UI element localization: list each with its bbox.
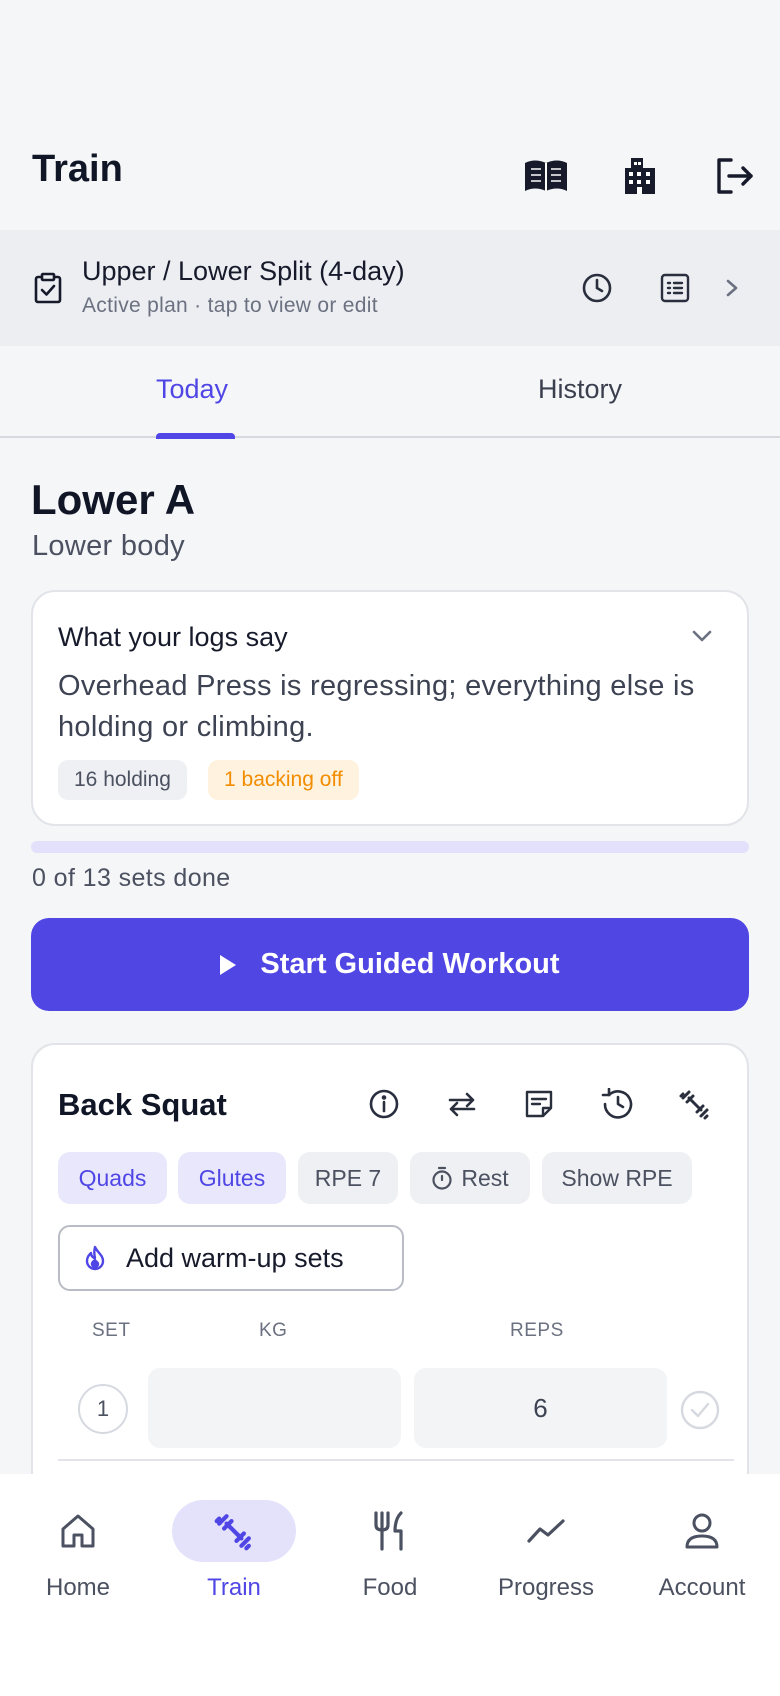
chevron-down-icon[interactable]	[690, 628, 714, 649]
home-icon	[16, 1500, 140, 1562]
insight-body: Overhead Press is regressing; everything…	[58, 670, 695, 743]
nav-progress-label: Progress	[497, 1574, 595, 1601]
column-header-reps: REPS	[510, 1320, 564, 1341]
nav-account-label: Account	[658, 1574, 746, 1601]
set-number: 1	[78, 1384, 128, 1434]
exercise-name: Back Squat	[58, 1087, 227, 1122]
history-icon[interactable]	[595, 1082, 639, 1126]
nav-home[interactable]: Home	[8, 1500, 148, 1602]
holding-badge: 16 holding	[58, 760, 187, 800]
flame-icon	[85, 1245, 105, 1271]
nav-food[interactable]: Food	[320, 1500, 460, 1602]
muscle-tag-quads[interactable]: Quads	[58, 1152, 167, 1204]
reps-input[interactable]: 6	[414, 1368, 667, 1448]
rest-timer-tag[interactable]: Rest	[410, 1152, 530, 1204]
show-rpe-toggle[interactable]: Show RPE	[542, 1152, 692, 1204]
dumbbell-icon	[172, 1500, 296, 1562]
tab-bar	[0, 346, 780, 438]
column-header-set: SET	[92, 1320, 131, 1341]
workout-day-subtitle: Lower body	[32, 530, 185, 562]
workout-day-title: Lower A	[31, 476, 196, 523]
note-icon[interactable]	[517, 1082, 561, 1126]
weight-input[interactable]	[148, 1368, 401, 1448]
start-guided-workout-label: Start Guided Workout	[260, 948, 560, 980]
nav-food-label: Food	[362, 1574, 418, 1601]
rpe-tag[interactable]: RPE 7	[298, 1152, 398, 1204]
sets-progress-bar	[31, 841, 749, 853]
book-icon[interactable]	[520, 150, 572, 202]
play-icon	[220, 954, 237, 975]
tab-indicator	[156, 433, 235, 439]
user-icon	[640, 1500, 764, 1562]
start-guided-workout-button[interactable]: Start Guided Workout	[31, 918, 749, 1011]
clock-icon[interactable]	[581, 272, 613, 309]
insight-heading: What your logs say	[58, 622, 288, 652]
chevron-right-icon[interactable]	[724, 277, 740, 304]
dumbbell-icon[interactable]	[673, 1082, 717, 1126]
row-divider	[58, 1459, 734, 1461]
tab-history[interactable]: History	[538, 374, 622, 405]
clipboard-check-icon	[34, 272, 62, 309]
trend-icon	[484, 1500, 608, 1562]
info-icon[interactable]	[362, 1082, 406, 1126]
sets-done-label: 0 of 13 sets done	[32, 864, 231, 892]
building-icon[interactable]	[614, 150, 666, 202]
backing-off-badge: 1 backing off	[208, 760, 359, 800]
page-title: Train	[32, 148, 123, 190]
plan-title: Upper / Lower Split (4-day)	[82, 256, 405, 286]
stopwatch-icon	[432, 1166, 452, 1190]
add-warmup-sets-label: Add warm-up sets	[126, 1242, 344, 1273]
logout-icon[interactable]	[708, 150, 760, 202]
rest-label: Rest	[461, 1164, 509, 1191]
nav-train[interactable]: Train	[164, 1500, 304, 1602]
swap-icon[interactable]	[440, 1082, 484, 1126]
muscle-tag-glutes[interactable]: Glutes	[178, 1152, 286, 1204]
set-complete-checkbox[interactable]	[680, 1390, 720, 1435]
column-header-kg: KG	[259, 1320, 288, 1341]
nav-home-label: Home	[45, 1574, 111, 1601]
nav-account[interactable]: Account	[632, 1500, 772, 1602]
add-warmup-sets-button[interactable]: Add warm-up sets	[58, 1225, 404, 1291]
list-icon[interactable]	[660, 273, 690, 308]
plan-subtitle: Active plan · tap to view or edit	[82, 294, 378, 317]
nav-progress[interactable]: Progress	[476, 1500, 616, 1602]
nav-train-label: Train	[207, 1574, 261, 1601]
tab-today[interactable]: Today	[156, 374, 228, 405]
utensils-icon	[328, 1500, 452, 1562]
